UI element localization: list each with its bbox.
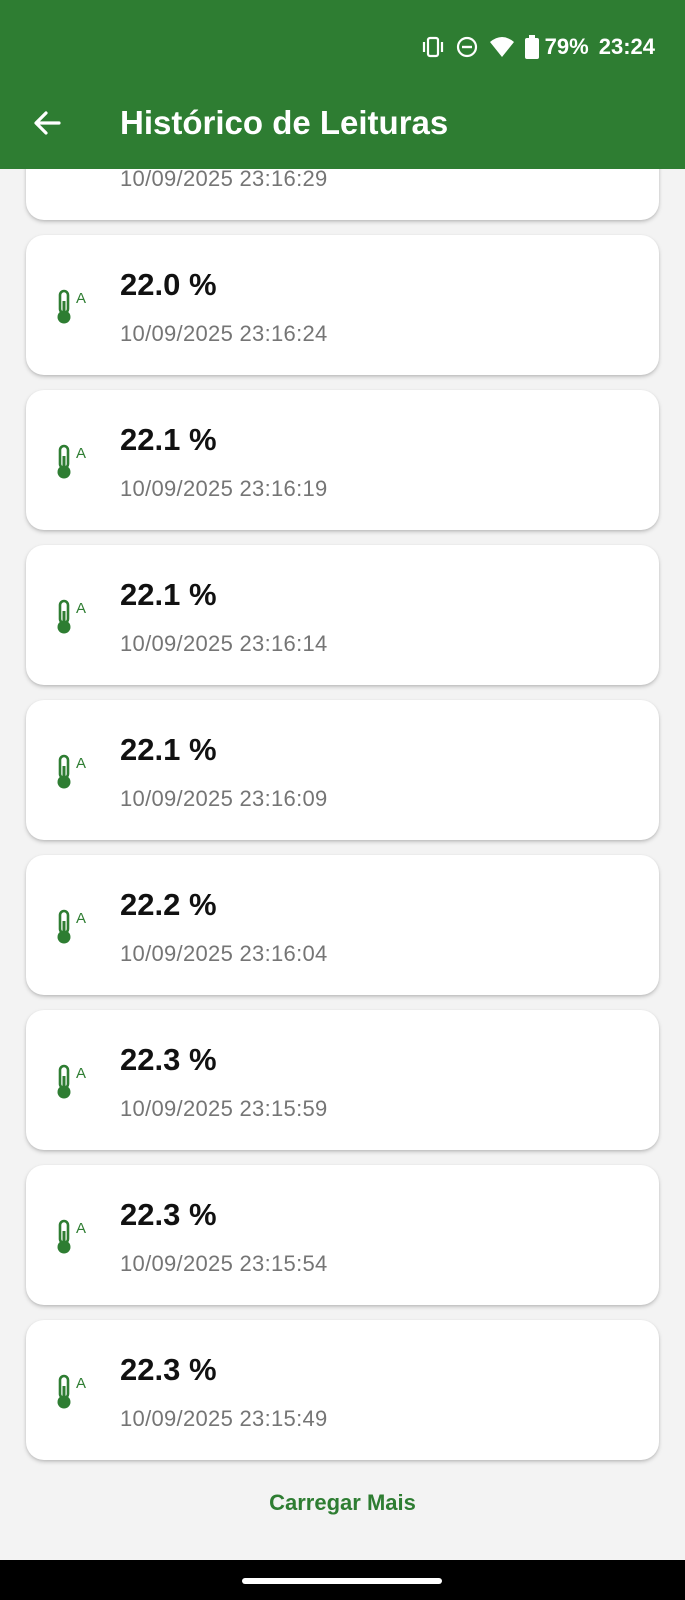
reading-card[interactable]: A 22.0 % 10/09/2025 23:16:24 xyxy=(26,235,659,375)
reading-value: 22.3 % xyxy=(120,1042,217,1077)
reading-card[interactable]: A 22.2 % 10/09/2025 23:16:04 xyxy=(26,855,659,995)
battery-percentage: 79% xyxy=(544,34,589,59)
thermometer-auto-icon: A xyxy=(54,1217,94,1257)
battery-icon xyxy=(524,35,539,59)
reading-timestamp: 10/09/2025 23:15:59 xyxy=(120,1096,328,1121)
reading-card[interactable]: A 22.1 % 10/09/2025 23:16:14 xyxy=(26,545,659,685)
vibrate-icon xyxy=(421,36,445,58)
do-not-disturb-icon xyxy=(455,35,479,59)
reading-timestamp: 10/09/2025 23:16:09 xyxy=(120,786,328,811)
svg-text:A: A xyxy=(76,1375,86,1392)
gesture-handle[interactable] xyxy=(242,1578,442,1584)
reading-timestamp: 10/09/2025 23:16:24 xyxy=(120,321,328,346)
thermometer-auto-icon: A xyxy=(54,287,94,327)
navigation-bar xyxy=(0,1560,685,1600)
reading-value: 22.1 % xyxy=(120,732,217,767)
reading-timestamp: 10/09/2025 23:16:14 xyxy=(120,631,328,656)
svg-text:A: A xyxy=(76,910,86,927)
reading-card[interactable]: A 22.3 % 10/09/2025 23:15:49 xyxy=(26,1320,659,1460)
back-button[interactable] xyxy=(19,95,75,151)
reading-value: 22.3 % xyxy=(120,1352,217,1387)
svg-text:A: A xyxy=(76,290,86,307)
svg-text:A: A xyxy=(76,755,86,772)
reading-value: 22.1 % xyxy=(120,422,217,457)
thermometer-auto-icon: A xyxy=(54,442,94,482)
status-bar: 79% 23:24 xyxy=(421,30,655,64)
reading-value: 22.0 % xyxy=(120,267,217,302)
load-more-button[interactable]: Carregar Mais xyxy=(0,1490,685,1516)
thermometer-auto-icon: A xyxy=(54,1372,94,1412)
svg-text:A: A xyxy=(76,445,86,462)
page-title: Histórico de Leituras xyxy=(120,104,449,141)
reading-value: 22.1 % xyxy=(120,577,217,612)
reading-timestamp: 10/09/2025 23:16:19 xyxy=(120,476,328,501)
svg-text:A: A xyxy=(76,1065,86,1082)
thermometer-auto-icon: A xyxy=(54,1062,94,1102)
wifi-icon xyxy=(489,36,515,58)
reading-card[interactable]: A 22.3 % 10/09/2025 23:15:54 xyxy=(26,1165,659,1305)
reading-value: 22.2 % xyxy=(120,887,217,922)
arrow-back-icon xyxy=(34,111,61,135)
thermometer-auto-icon: A xyxy=(54,752,94,792)
reading-card[interactable]: A 22.3 % 10/09/2025 23:15:59 xyxy=(26,1010,659,1150)
reading-timestamp: 10/09/2025 23:15:49 xyxy=(120,1406,328,1431)
reading-card[interactable]: A 22.1 % 10/09/2025 23:16:19 xyxy=(26,390,659,530)
svg-text:A: A xyxy=(76,1220,86,1237)
thermometer-auto-icon: A xyxy=(54,907,94,947)
clock: 23:24 xyxy=(598,34,655,59)
app-bar: 79% 23:24 Histórico de Leituras xyxy=(0,0,685,169)
thermometer-auto-icon: A xyxy=(54,597,94,637)
toolbar: Histórico de Leituras xyxy=(0,88,685,158)
reading-card[interactable]: A 22.1 % 10/09/2025 23:16:09 xyxy=(26,700,659,840)
reading-value: 22.3 % xyxy=(120,1197,217,1232)
svg-text:A: A xyxy=(76,600,86,617)
reading-timestamp: 10/09/2025 23:15:54 xyxy=(120,1251,328,1276)
reading-timestamp: 10/09/2025 23:16:04 xyxy=(120,941,328,966)
reading-timestamp: 10/09/2025 23:16:29 xyxy=(120,166,328,191)
